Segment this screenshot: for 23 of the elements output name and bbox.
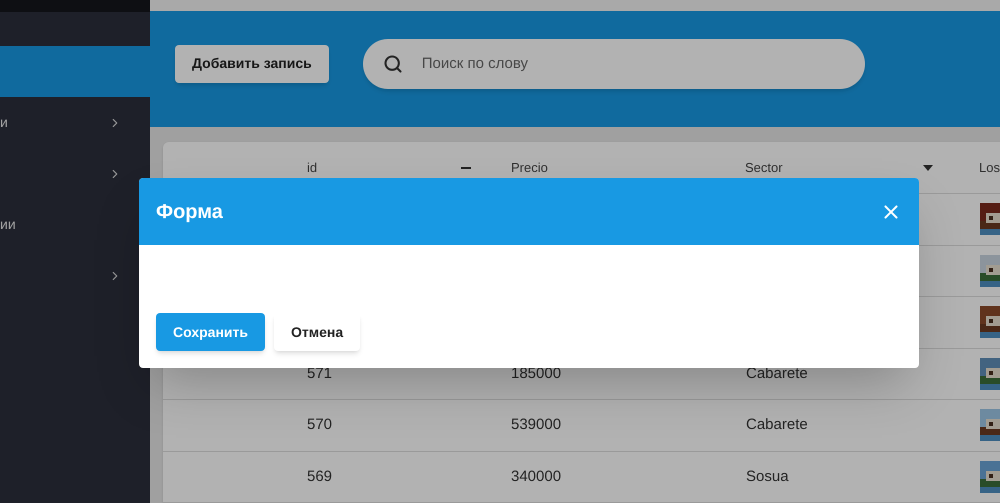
table-cell-text: Cabarete: [746, 415, 809, 435]
cancel-button[interactable]: Отмена: [274, 313, 360, 351]
add-record-button[interactable]: Добавить запись: [175, 44, 329, 83]
sidebar-label: и: [0, 113, 8, 132]
table-cell-text: 570: [307, 415, 334, 435]
sidebar-item[interactable]: и: [0, 97, 150, 148]
table-cell-text: 569: [307, 466, 334, 486]
table-cell-text: 539000: [511, 415, 562, 435]
sort-icon[interactable]: [461, 166, 471, 170]
dialog-title: Форма: [156, 200, 223, 224]
column-header[interactable]: Los: [979, 158, 1000, 178]
sidebar-label: ии: [0, 215, 16, 234]
column-header[interactable]: Precio: [511, 158, 548, 178]
table-cell-text: 185000: [511, 364, 562, 384]
sort-icon[interactable]: [923, 164, 933, 170]
column-header[interactable]: Sector: [745, 158, 783, 178]
search-input[interactable]: Поиск по слову: [422, 52, 802, 76]
table-cell-text: Cabarete: [746, 364, 809, 384]
search-field[interactable]: Поиск по слову: [362, 38, 865, 89]
search-icon: [382, 54, 403, 74]
table-cell-text: 340000: [511, 466, 562, 486]
table-cell-text: Sosua: [746, 466, 790, 486]
column-header[interactable]: id: [307, 158, 318, 178]
